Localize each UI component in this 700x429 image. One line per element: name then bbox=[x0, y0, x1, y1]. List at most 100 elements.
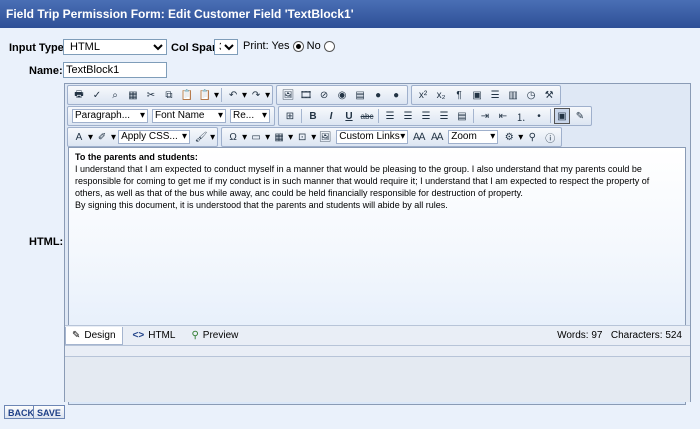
format-stripper-icon[interactable]: ✎ bbox=[572, 108, 588, 124]
custom-links-combo[interactable]: Custom Links ▾ bbox=[336, 130, 409, 144]
design-mode-tab[interactable]: ✎ Design bbox=[65, 326, 123, 345]
symbols-dropdown-icon[interactable]: ▾ bbox=[242, 132, 247, 143]
toolbar-row-1: 🖶 ✓ ⌕ ▦ ✂ ⧉ 📋 📋 ▾ ↶ ▾ ↷ ▾ 🖼 🎞 ⊘ ◉ ▤ ● ● x² … bbox=[67, 85, 564, 105]
align-right-icon[interactable]: ☰ bbox=[418, 108, 434, 124]
toolbar-group-format: x² x₂ ¶ ▣ ☰ ▥ ◷ ⚒ bbox=[411, 85, 562, 105]
absolute-position-icon[interactable]: ▣ bbox=[554, 108, 570, 124]
image-manager-icon[interactable]: 🖼 bbox=[280, 87, 296, 103]
link-icon[interactable]: ◉ bbox=[334, 87, 350, 103]
clean-icon[interactable]: ⚒ bbox=[541, 87, 557, 103]
align-left-icon[interactable]: ☰ bbox=[382, 108, 398, 124]
col-span-select[interactable]: 3 bbox=[214, 39, 238, 55]
name-input[interactable] bbox=[63, 62, 167, 78]
paste-icon[interactable]: 📋 bbox=[179, 87, 195, 103]
hyperlink-icon[interactable]: ● bbox=[370, 87, 386, 103]
table-dropdown-icon[interactable]: ▾ bbox=[265, 132, 270, 143]
print-icon[interactable]: 🖶 bbox=[71, 87, 87, 103]
flash-icon[interactable]: ⊘ bbox=[316, 87, 332, 103]
highlight-color-icon[interactable]: ✐ bbox=[94, 129, 110, 145]
html-label: HTML: bbox=[29, 236, 64, 248]
content-paragraph-1: I understand that I am expected to condu… bbox=[75, 164, 650, 198]
align-center-icon[interactable]: ☰ bbox=[400, 108, 416, 124]
apply-css-combo[interactable]: Apply CSS... ▾ bbox=[118, 130, 191, 144]
subscript-icon[interactable]: x₂ bbox=[433, 87, 449, 103]
snippets-icon[interactable]: ▦ bbox=[271, 129, 287, 145]
editor-resize-strip bbox=[65, 345, 690, 356]
module-manager-icon[interactable]: ⚙ bbox=[501, 129, 517, 145]
print-no-radio[interactable] bbox=[323, 40, 335, 52]
horizontal-rule-icon[interactable]: ☰ bbox=[487, 87, 503, 103]
symbols-icon[interactable]: Ω bbox=[225, 129, 241, 145]
find-icon[interactable]: ⌕ bbox=[107, 87, 123, 103]
spellcheck-icon[interactable]: ✓ bbox=[89, 87, 105, 103]
toolbar-group-color: A ▾ ✐ ▾ Apply CSS... ▾ 🖌 ▾ bbox=[67, 127, 219, 147]
unlink-icon[interactable]: ● bbox=[388, 87, 404, 103]
content-paragraph-2: By signing this document, it is understo… bbox=[75, 200, 448, 210]
form-element-icon[interactable]: ⊡ bbox=[294, 129, 310, 145]
paste-dropdown-icon[interactable]: ▾ bbox=[214, 90, 219, 101]
indent-icon[interactable]: ⇥ bbox=[477, 108, 493, 124]
date-icon[interactable]: ◷ bbox=[523, 87, 539, 103]
toolbar-group-edit: 🖶 ✓ ⌕ ▦ ✂ ⧉ 📋 📋 ▾ ↶ ▾ ↷ ▾ bbox=[67, 85, 274, 105]
tag-inspector-icon[interactable]: ⚲ bbox=[524, 129, 540, 145]
print-yes-radio[interactable] bbox=[292, 40, 304, 52]
input-type-label: Input Type: bbox=[9, 42, 68, 54]
pencil-icon: ✎ bbox=[72, 329, 81, 341]
input-type-select[interactable]: HTML bbox=[63, 39, 167, 55]
redo-icon[interactable]: ↷ bbox=[248, 87, 264, 103]
undo-icon[interactable]: ↶ bbox=[225, 87, 241, 103]
format-painter-dropdown-icon[interactable]: ▾ bbox=[210, 132, 215, 143]
html-mode-tab[interactable]: <> HTML bbox=[127, 327, 182, 344]
save-button[interactable]: SAVE bbox=[33, 405, 65, 419]
paragraph-combo[interactable]: Paragraph... ▾ bbox=[72, 109, 148, 123]
outdent-icon[interactable]: ⇤ bbox=[495, 108, 511, 124]
window-title: Field Trip Permission Form: Edit Custome… bbox=[0, 0, 700, 28]
select-all-icon[interactable]: ▦ bbox=[125, 87, 141, 103]
font-size-combo[interactable]: Re... ▾ bbox=[230, 109, 270, 123]
redo-dropdown-icon[interactable]: ▾ bbox=[265, 90, 270, 101]
design-mode-label: Design bbox=[84, 329, 116, 341]
font-color-dropdown-icon[interactable]: ▾ bbox=[88, 132, 93, 143]
content-heading: To the parents and students: bbox=[75, 152, 198, 162]
toolbar-group-insert-2: Ω ▾ ▭ ▾ ▦ ▾ ⊡ ▾ 🖼 Custom Links ▾ Ꜳ Ꜳ Zoom ▾ ⚙ ▾… bbox=[221, 127, 563, 147]
font-name-combo[interactable]: Font Name ▾ bbox=[152, 109, 226, 123]
template-icon[interactable]: ▣ bbox=[469, 87, 485, 103]
module-manager-dropdown-icon[interactable]: ▾ bbox=[518, 132, 523, 143]
highlight-dropdown-icon[interactable]: ▾ bbox=[111, 132, 116, 143]
document-icon[interactable]: ▤ bbox=[352, 87, 368, 103]
code-icon: <> bbox=[132, 330, 145, 341]
align-none-icon[interactable]: ▤ bbox=[454, 108, 470, 124]
justify-icon[interactable]: ☰ bbox=[436, 108, 452, 124]
media-icon[interactable]: 🎞 bbox=[298, 87, 314, 103]
underline-button[interactable]: U bbox=[341, 108, 357, 124]
snippets-dropdown-icon[interactable]: ▾ bbox=[288, 132, 293, 143]
superscript-icon[interactable]: x² bbox=[415, 87, 431, 103]
paste-special-icon[interactable]: 📋 bbox=[197, 87, 213, 103]
toolbar-group-text-style: ⊞ B I U abc ☰ ☰ ☰ ☰ ▤ ⇥ ⇤ ⒈ • ▣ ✎ bbox=[278, 106, 592, 126]
preview-mode-tab[interactable]: ⚲ Preview bbox=[185, 327, 244, 344]
convert-case-icon[interactable]: Ꜳ bbox=[429, 129, 445, 145]
zoom-combo[interactable]: Zoom ▾ bbox=[448, 130, 499, 144]
cut-icon[interactable]: ✂ bbox=[143, 87, 159, 103]
italic-button[interactable]: I bbox=[323, 108, 339, 124]
font-color-icon[interactable]: A bbox=[71, 129, 87, 145]
characters-label: Characters: bbox=[610, 330, 663, 341]
toggle-borders-icon[interactable]: ⊞ bbox=[282, 108, 298, 124]
words-label: Words: bbox=[557, 330, 589, 341]
toolbar-group-combos: Paragraph... ▾ Font Name ▾ Re... ▾ bbox=[67, 106, 275, 126]
form-element-dropdown-icon[interactable]: ▾ bbox=[311, 132, 316, 143]
numbered-list-icon[interactable]: ⒈ bbox=[513, 108, 529, 124]
table-icon[interactable]: ▭ bbox=[248, 129, 264, 145]
undo-dropdown-icon[interactable]: ▾ bbox=[242, 90, 247, 101]
about-icon[interactable]: ⓘ bbox=[542, 129, 558, 145]
page-properties-icon[interactable]: ▥ bbox=[505, 87, 521, 103]
separator bbox=[221, 88, 223, 102]
bold-button[interactable]: B bbox=[305, 108, 321, 124]
format-painter-icon[interactable]: 🖌 bbox=[193, 129, 209, 145]
strikethrough-button[interactable]: abc bbox=[359, 108, 375, 124]
copy-icon[interactable]: ⧉ bbox=[161, 87, 177, 103]
image-map-icon[interactable]: 🖼 bbox=[317, 129, 333, 145]
spell-compare-icon[interactable]: Ꜳ bbox=[411, 129, 427, 145]
bulleted-list-icon[interactable]: • bbox=[531, 108, 547, 124]
paragraph-icon[interactable]: ¶ bbox=[451, 87, 467, 103]
